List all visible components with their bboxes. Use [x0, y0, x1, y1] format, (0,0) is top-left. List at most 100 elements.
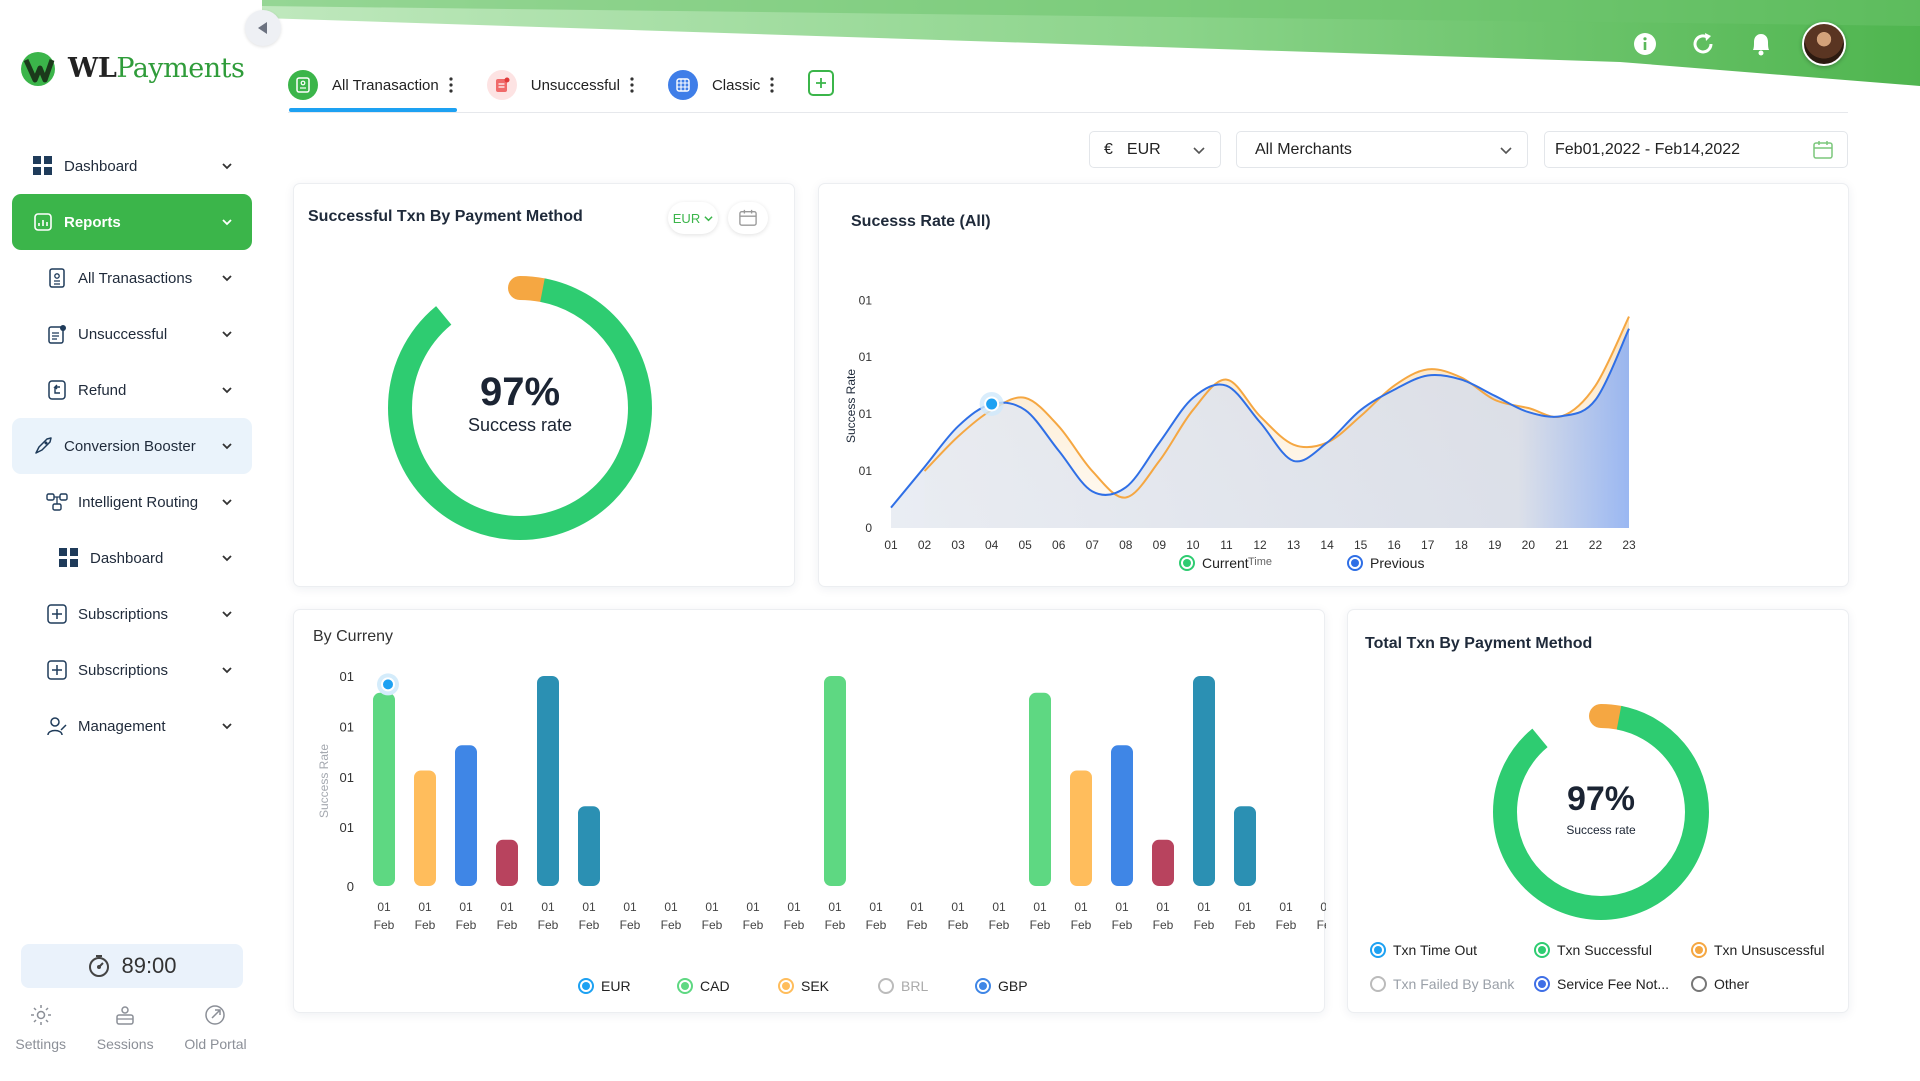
sidebar-item-label: All Tranasactions [78, 269, 193, 287]
sidebar-item-label: Intelligent Routing [78, 493, 199, 511]
x-tick-label: 01 [869, 900, 883, 914]
bar [373, 692, 395, 886]
x-tick-label: Feb [1276, 918, 1297, 932]
legend-txn-failed-by-bank[interactable]: Txn Failed By Bank [1370, 976, 1514, 992]
legend-marker-icon [677, 978, 693, 994]
sidebar-item-refund[interactable]: Refund [12, 362, 252, 418]
x-tick-label: 01 [705, 900, 719, 914]
highlight-point [381, 677, 395, 692]
notifications-button[interactable] [1744, 27, 1778, 61]
x-tick-label: 01 [664, 900, 678, 914]
x-tick-label: 08 [1119, 538, 1133, 552]
sessions-link[interactable]: Sessions [97, 1004, 154, 1052]
donut-center: 97% Success rate [386, 370, 654, 436]
currency-pill[interactable]: EUR [668, 202, 718, 234]
grid-icon [32, 155, 54, 177]
currency-select[interactable]: € EUR [1089, 131, 1221, 168]
y-tick-label: 01 [859, 464, 873, 478]
sidebar-item-subscriptions-2[interactable]: Subscriptions [12, 642, 252, 698]
y-tick-label: 01 [340, 820, 354, 835]
legend-txn-time-out[interactable]: Txn Time Out [1370, 942, 1477, 958]
x-tick-label: Feb [620, 918, 641, 932]
info-button[interactable] [1628, 27, 1662, 61]
sidebar-item-management[interactable]: Management [12, 698, 252, 754]
refund-icon [46, 379, 68, 401]
chevron-down-icon [222, 443, 232, 450]
kebab-menu-icon[interactable] [630, 76, 634, 94]
legend-sek[interactable]: SEK [778, 978, 829, 994]
x-tick-label: Feb [456, 918, 477, 932]
sidebar-item-intelligent-routing[interactable]: Intelligent Routing [12, 474, 252, 530]
bar [537, 676, 559, 886]
sidebar-item-dashboard[interactable]: Dashboard [12, 138, 252, 194]
x-tick-label: 01 [992, 900, 1006, 914]
refresh-button[interactable] [1686, 27, 1720, 61]
tab-all-transaction[interactable]: All Tranasaction [288, 68, 457, 112]
legend-brl[interactable]: BRL [878, 978, 928, 994]
sidebar-item-conversion-booster[interactable]: Conversion Booster [12, 418, 252, 474]
brand-logo[interactable]: WLPayments [16, 48, 245, 88]
chevron-down-icon [704, 215, 713, 221]
sidebar-item-unsuccessful[interactable]: Unsuccessful [12, 306, 252, 362]
donut-center: 97% Success rate [1491, 780, 1711, 837]
grid-icon [58, 547, 80, 569]
legend-previous[interactable]: Previous [1347, 555, 1424, 571]
x-tick-label: Feb [1194, 918, 1215, 932]
legend-marker-icon [975, 978, 991, 994]
calendar-icon [1813, 140, 1833, 159]
sidebar-item-routing-dashboard[interactable]: Dashboard [12, 530, 252, 586]
sidebar-footer: Settings Sessions Old Portal [0, 1004, 262, 1052]
by-currency-bar-chart: 01 01 01 01 0 Success Rate 01 Feb 01 Feb 01 Feb 01 Fe… [317, 669, 1326, 932]
old-portal-link[interactable]: Old Portal [184, 1004, 247, 1052]
x-tick-label: Feb [497, 918, 518, 932]
legend-current[interactable]: Current [1179, 555, 1249, 571]
add-tab-button[interactable] [808, 70, 835, 96]
success-percent: 97% [479, 370, 561, 414]
x-tick-label: 03 [951, 538, 965, 552]
date-range-picker[interactable]: Feb01,2022 - Feb14,2022 [1544, 131, 1848, 168]
info-icon [1634, 33, 1656, 55]
legend-eur[interactable]: EUR [578, 978, 631, 994]
bar [1152, 839, 1174, 886]
x-tick-label: Feb [415, 918, 436, 932]
legend-txn-unsuccessful[interactable]: Txn Unsuscessful [1691, 942, 1824, 958]
x-tick-label: 01 [1320, 900, 1326, 914]
sidebar-item-subscriptions[interactable]: Subscriptions [12, 586, 252, 642]
brand-name: WLPayments [68, 52, 245, 84]
plus-box-icon [46, 659, 68, 681]
legend-marker-icon [1179, 555, 1195, 571]
legend-marker-icon [1370, 942, 1386, 958]
sidebar-item-label: Refund [78, 381, 127, 399]
gear-icon [30, 1005, 51, 1025]
merchant-select[interactable]: All Merchants [1236, 131, 1528, 168]
legend-gbp[interactable]: GBP [975, 978, 1028, 994]
tab-classic[interactable]: Classic [667, 68, 774, 102]
legend-marker-icon [878, 978, 894, 994]
legend-txn-successful[interactable]: Txn Successful [1534, 942, 1652, 958]
x-tick-label: 01 [884, 538, 898, 552]
x-tick-label: Feb [661, 918, 682, 932]
y-tick-label: 0 [347, 879, 354, 894]
y-tick-label: 01 [859, 350, 873, 364]
calendar-button[interactable] [728, 202, 768, 234]
x-tick-label: 01 [541, 900, 555, 914]
legend-other[interactable]: Other [1691, 976, 1749, 992]
tab-unsuccessful[interactable]: Unsuccessful [486, 68, 634, 102]
legend-cad[interactable]: CAD [677, 978, 730, 994]
collapse-sidebar-button[interactable] [245, 10, 281, 46]
sidebar-item-reports[interactable]: Reports [12, 194, 252, 250]
settings-link[interactable]: Settings [15, 1004, 66, 1052]
legend-service-fee[interactable]: Service Fee Not... [1534, 976, 1669, 992]
x-tick-label: 17 [1421, 538, 1435, 552]
legend-marker-icon [1534, 976, 1550, 992]
avatar[interactable] [1802, 22, 1846, 66]
x-tick-label: 01 [1238, 900, 1252, 914]
legend-marker-icon [778, 978, 794, 994]
bar [414, 770, 436, 886]
sidebar-item-all-transactions[interactable]: All Tranasactions [12, 250, 252, 306]
x-tick-label: 01 [500, 900, 514, 914]
legend-marker-icon [1534, 942, 1550, 958]
kebab-menu-icon[interactable] [770, 76, 774, 94]
kebab-menu-icon[interactable] [449, 76, 453, 94]
x-tick-label: 07 [1086, 538, 1100, 552]
